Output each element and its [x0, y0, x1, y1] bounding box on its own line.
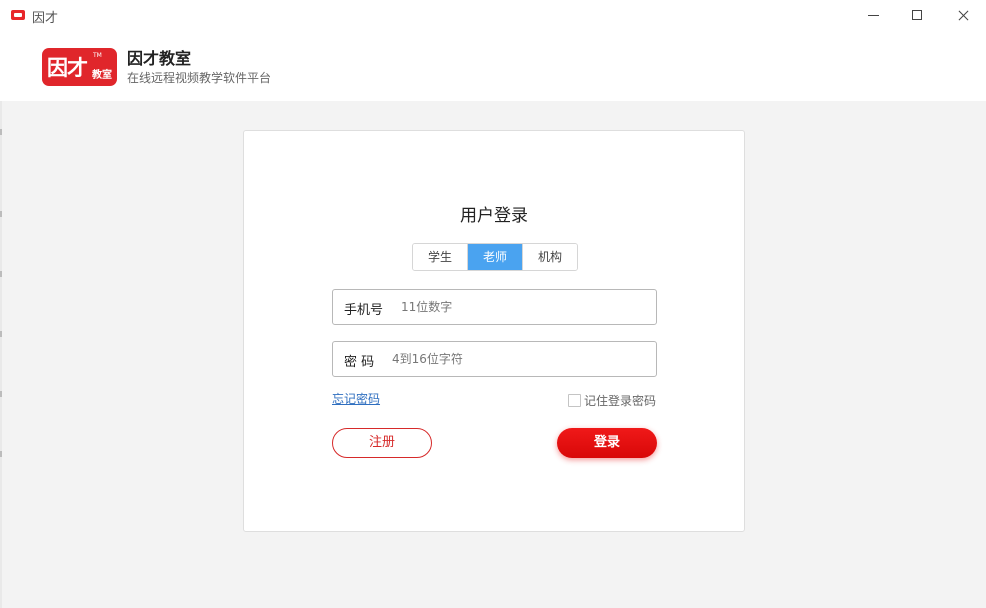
minimize-icon — [868, 15, 879, 16]
phone-input[interactable] — [401, 296, 641, 318]
title-bar: 因才 — [0, 0, 986, 31]
close-button[interactable] — [940, 0, 986, 31]
app-icon — [11, 10, 25, 20]
maximize-button[interactable] — [894, 0, 940, 31]
login-card: 用户登录 学生 老师 机构 手机号 密 码 忘记密码 记住登录密码 注册 登录 — [243, 130, 745, 532]
register-button[interactable]: 注册 — [332, 428, 432, 458]
forgot-password-link[interactable]: 忘记密码 — [332, 390, 380, 407]
tab-organization[interactable]: 机构 — [522, 244, 577, 270]
remember-checkbox[interactable] — [568, 394, 581, 407]
login-button[interactable]: 登录 — [557, 428, 657, 458]
brand-name: 因才教室 — [127, 49, 192, 68]
remember-label: 记住登录密码 — [584, 394, 657, 408]
maximize-icon — [912, 10, 922, 20]
phone-label: 手机号 — [344, 303, 384, 318]
tab-teacher[interactable]: 老师 — [467, 244, 522, 270]
password-label: 密 码 — [344, 355, 375, 370]
window-title: 因才 — [32, 11, 59, 26]
brand-subtitle: 在线远程视频教学软件平台 — [127, 71, 272, 85]
app-header: 因才 TM 教室 因才教室 在线远程视频教学软件平台 — [0, 31, 986, 101]
login-title: 用户登录 — [460, 206, 528, 226]
minimize-button[interactable] — [850, 0, 896, 31]
left-edge-strip — [0, 101, 2, 608]
role-tabs: 学生 老师 机构 — [412, 243, 578, 271]
brand-logo: 因才 TM 教室 — [42, 48, 117, 86]
password-input[interactable] — [392, 348, 642, 370]
tab-student[interactable]: 学生 — [413, 244, 467, 270]
phone-field: 手机号 — [332, 289, 657, 325]
password-field: 密 码 — [332, 341, 657, 377]
remember-password[interactable]: 记住登录密码 — [568, 392, 656, 409]
